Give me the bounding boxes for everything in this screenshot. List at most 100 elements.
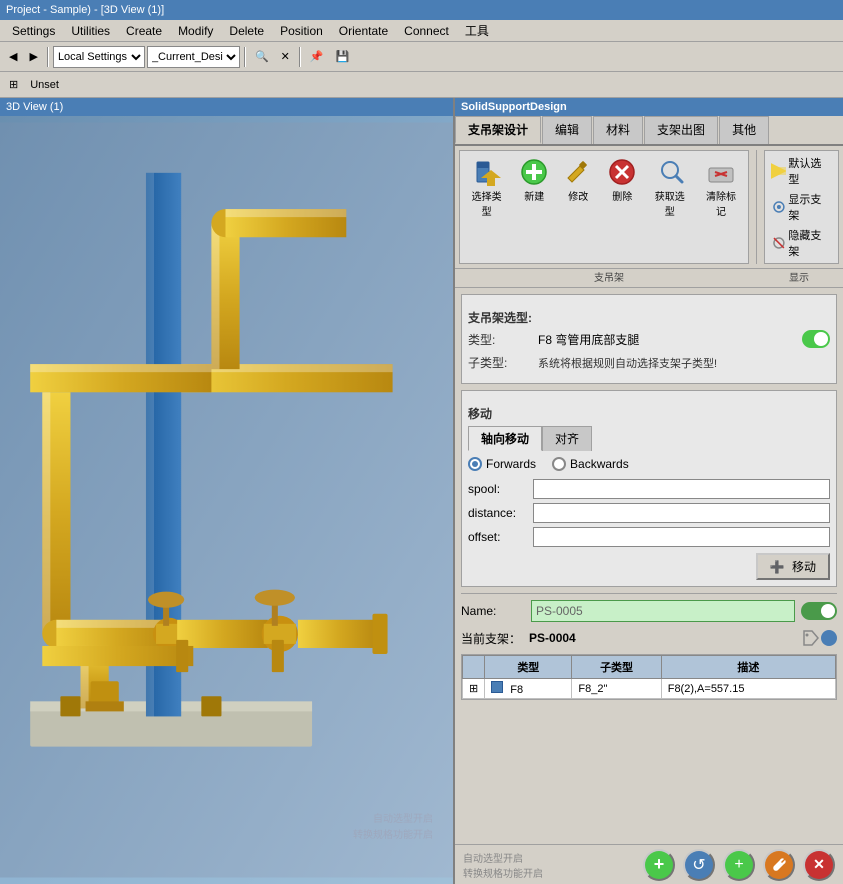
show-support-label: 显示支架 xyxy=(788,191,832,223)
name-toggle-knob xyxy=(821,604,835,618)
tab-edit[interactable]: 编辑 xyxy=(542,116,592,144)
name-input[interactable] xyxy=(531,600,795,622)
clear-mark-icon xyxy=(705,156,737,188)
close-bottom-button[interactable]: ✕ xyxy=(803,849,835,881)
delete-button[interactable]: 删除 xyxy=(602,154,642,260)
backwards-radio[interactable] xyxy=(552,457,566,471)
table-row[interactable]: ⊞ F8 F8_2" F8(2),A=557.15 xyxy=(463,679,836,699)
movement-tabs: 轴向移动 对齐 xyxy=(468,426,830,451)
get-selection-button[interactable]: 获取选型 xyxy=(646,154,693,260)
clear-mark-label: 清除标记 xyxy=(701,188,740,218)
3d-view[interactable]: 自动选型开启 转换规格功能开启 xyxy=(0,116,453,884)
tab-align[interactable]: 对齐 xyxy=(542,426,592,451)
subtype-cell: F8_2" xyxy=(572,679,661,699)
distance-input[interactable] xyxy=(533,503,830,523)
menu-settings[interactable]: Settings xyxy=(4,22,63,40)
modify-button[interactable]: 修改 xyxy=(558,154,598,260)
get-selection-icon xyxy=(654,156,686,188)
3d-model-svg xyxy=(0,116,453,884)
menu-delete[interactable]: Delete xyxy=(221,22,272,40)
select-type-button[interactable]: 选择类型 xyxy=(463,154,510,260)
forwards-option[interactable]: Forwards xyxy=(468,457,536,471)
get-selection-label: 获取选型 xyxy=(650,188,689,218)
default-select-button[interactable]: 默认选型 xyxy=(768,154,835,188)
type-toggle[interactable] xyxy=(802,330,830,348)
spool-input[interactable] xyxy=(533,479,830,499)
unset-button[interactable]: Unset xyxy=(25,74,64,96)
search-button[interactable]: 🔍 xyxy=(250,45,274,69)
menu-tools[interactable]: 工具 xyxy=(457,20,497,41)
type-cell: F8 xyxy=(485,679,572,699)
menu-position[interactable]: Position xyxy=(272,22,331,40)
delete-icon xyxy=(606,156,638,188)
clear-mark-button[interactable]: 清除标记 xyxy=(697,154,744,260)
current-support-value: PS-0004 xyxy=(529,631,801,645)
spool-label: spool: xyxy=(468,482,533,496)
main-layout: 3D View (1) xyxy=(0,98,843,884)
show-support-button[interactable]: 显示支架 xyxy=(768,190,835,224)
right-title-text: SolidSupportDesign xyxy=(461,101,567,113)
watermark-text: 自动选型开启 转换规格功能开启 xyxy=(463,854,543,880)
delete-label: 删除 xyxy=(612,188,632,203)
menu-orientate[interactable]: Orientate xyxy=(331,22,396,40)
offset-label: offset: xyxy=(468,530,533,544)
ribbon-group-display: 默认选型 显示支架 隐藏支架 xyxy=(764,150,839,264)
view-pane: 3D View (1) xyxy=(0,98,453,884)
tab-axial[interactable]: 轴向移动 xyxy=(468,426,542,451)
current-support-label: 当前支架： xyxy=(461,630,521,647)
select-type-icon xyxy=(471,156,503,188)
new-support-button[interactable]: 新建 xyxy=(514,154,554,260)
menu-bar: Settings Utilities Create Modify Delete … xyxy=(0,20,843,42)
expand-icon[interactable]: ⊞ xyxy=(469,683,478,695)
add2-button[interactable]: + xyxy=(723,849,755,881)
move-button[interactable]: ➕ 移动 xyxy=(756,553,830,580)
tag-icon[interactable] xyxy=(801,628,821,648)
spool-row: spool: xyxy=(468,479,830,499)
hide-support-label: 隐藏支架 xyxy=(788,227,832,259)
name-row: Name: xyxy=(461,593,837,622)
settings-button[interactable] xyxy=(763,849,795,881)
add-button[interactable]: + xyxy=(643,849,675,881)
close-button[interactable]: ✕ xyxy=(276,45,295,69)
panel-content: 支吊架选型: 类型: F8 弯管用底部支腿 子类型: 系统将根据规则自动选择支架… xyxy=(455,288,843,844)
offset-input[interactable] xyxy=(533,527,830,547)
local-settings-dropdown[interactable]: Local Settings xyxy=(53,46,145,68)
blue-dot-button[interactable] xyxy=(821,630,837,646)
movement-section: 移动 轴向移动 对齐 Forwards Ba xyxy=(461,390,837,587)
watermark: 自动选型开启 转换规格功能开启 xyxy=(353,812,433,844)
subtype-col-header: 子类型 xyxy=(572,656,661,679)
select-type-label: 选择类型 xyxy=(467,188,506,218)
forwards-label: Forwards xyxy=(486,457,536,471)
forward-button[interactable]: ▶ xyxy=(24,45,42,69)
tab-material[interactable]: 材料 xyxy=(593,116,643,144)
desc-col-header: 描述 xyxy=(661,656,835,679)
menu-create[interactable]: Create xyxy=(118,22,170,40)
frame-icon[interactable]: ⊞ xyxy=(4,74,23,96)
support-selection-section: 支吊架选型: 类型: F8 弯管用底部支腿 子类型: 系统将根据规则自动选择支架… xyxy=(461,294,837,384)
save-button[interactable]: 💾 xyxy=(331,45,355,69)
support-table: 类型 子类型 描述 ⊞ F8 xyxy=(462,655,836,699)
backwards-option[interactable]: Backwards xyxy=(552,457,629,471)
menu-connect[interactable]: Connect xyxy=(396,22,457,40)
menu-utilities[interactable]: Utilities xyxy=(63,22,118,40)
name-toggle[interactable] xyxy=(801,602,837,620)
tab-drawing[interactable]: 支架出图 xyxy=(644,116,718,144)
modify-label: 修改 xyxy=(568,188,588,203)
back-button[interactable]: ◀ xyxy=(4,45,22,69)
tab-support-design[interactable]: 支吊架设计 xyxy=(455,116,541,144)
second-toolbar: ⊞ Unset xyxy=(0,72,843,98)
hide-support-button[interactable]: 隐藏支架 xyxy=(768,226,835,260)
distance-label: distance: xyxy=(468,506,533,520)
current-design-dropdown[interactable]: _Current_Desi xyxy=(147,46,240,68)
toolbar-separator3 xyxy=(299,47,301,67)
refresh-button[interactable]: ↺ xyxy=(683,849,715,881)
show-icon xyxy=(771,199,787,215)
right-panel-title: SolidSupportDesign xyxy=(455,98,843,116)
pin-button[interactable]: 📌 xyxy=(305,45,329,69)
type-col-header: 类型 xyxy=(485,656,572,679)
menu-modify[interactable]: Modify xyxy=(170,22,221,40)
type-row: 类型: F8 弯管用底部支腿 xyxy=(468,330,830,348)
row-expand[interactable]: ⊞ xyxy=(463,679,485,699)
forwards-radio[interactable] xyxy=(468,457,482,471)
tab-other[interactable]: 其他 xyxy=(719,116,769,144)
